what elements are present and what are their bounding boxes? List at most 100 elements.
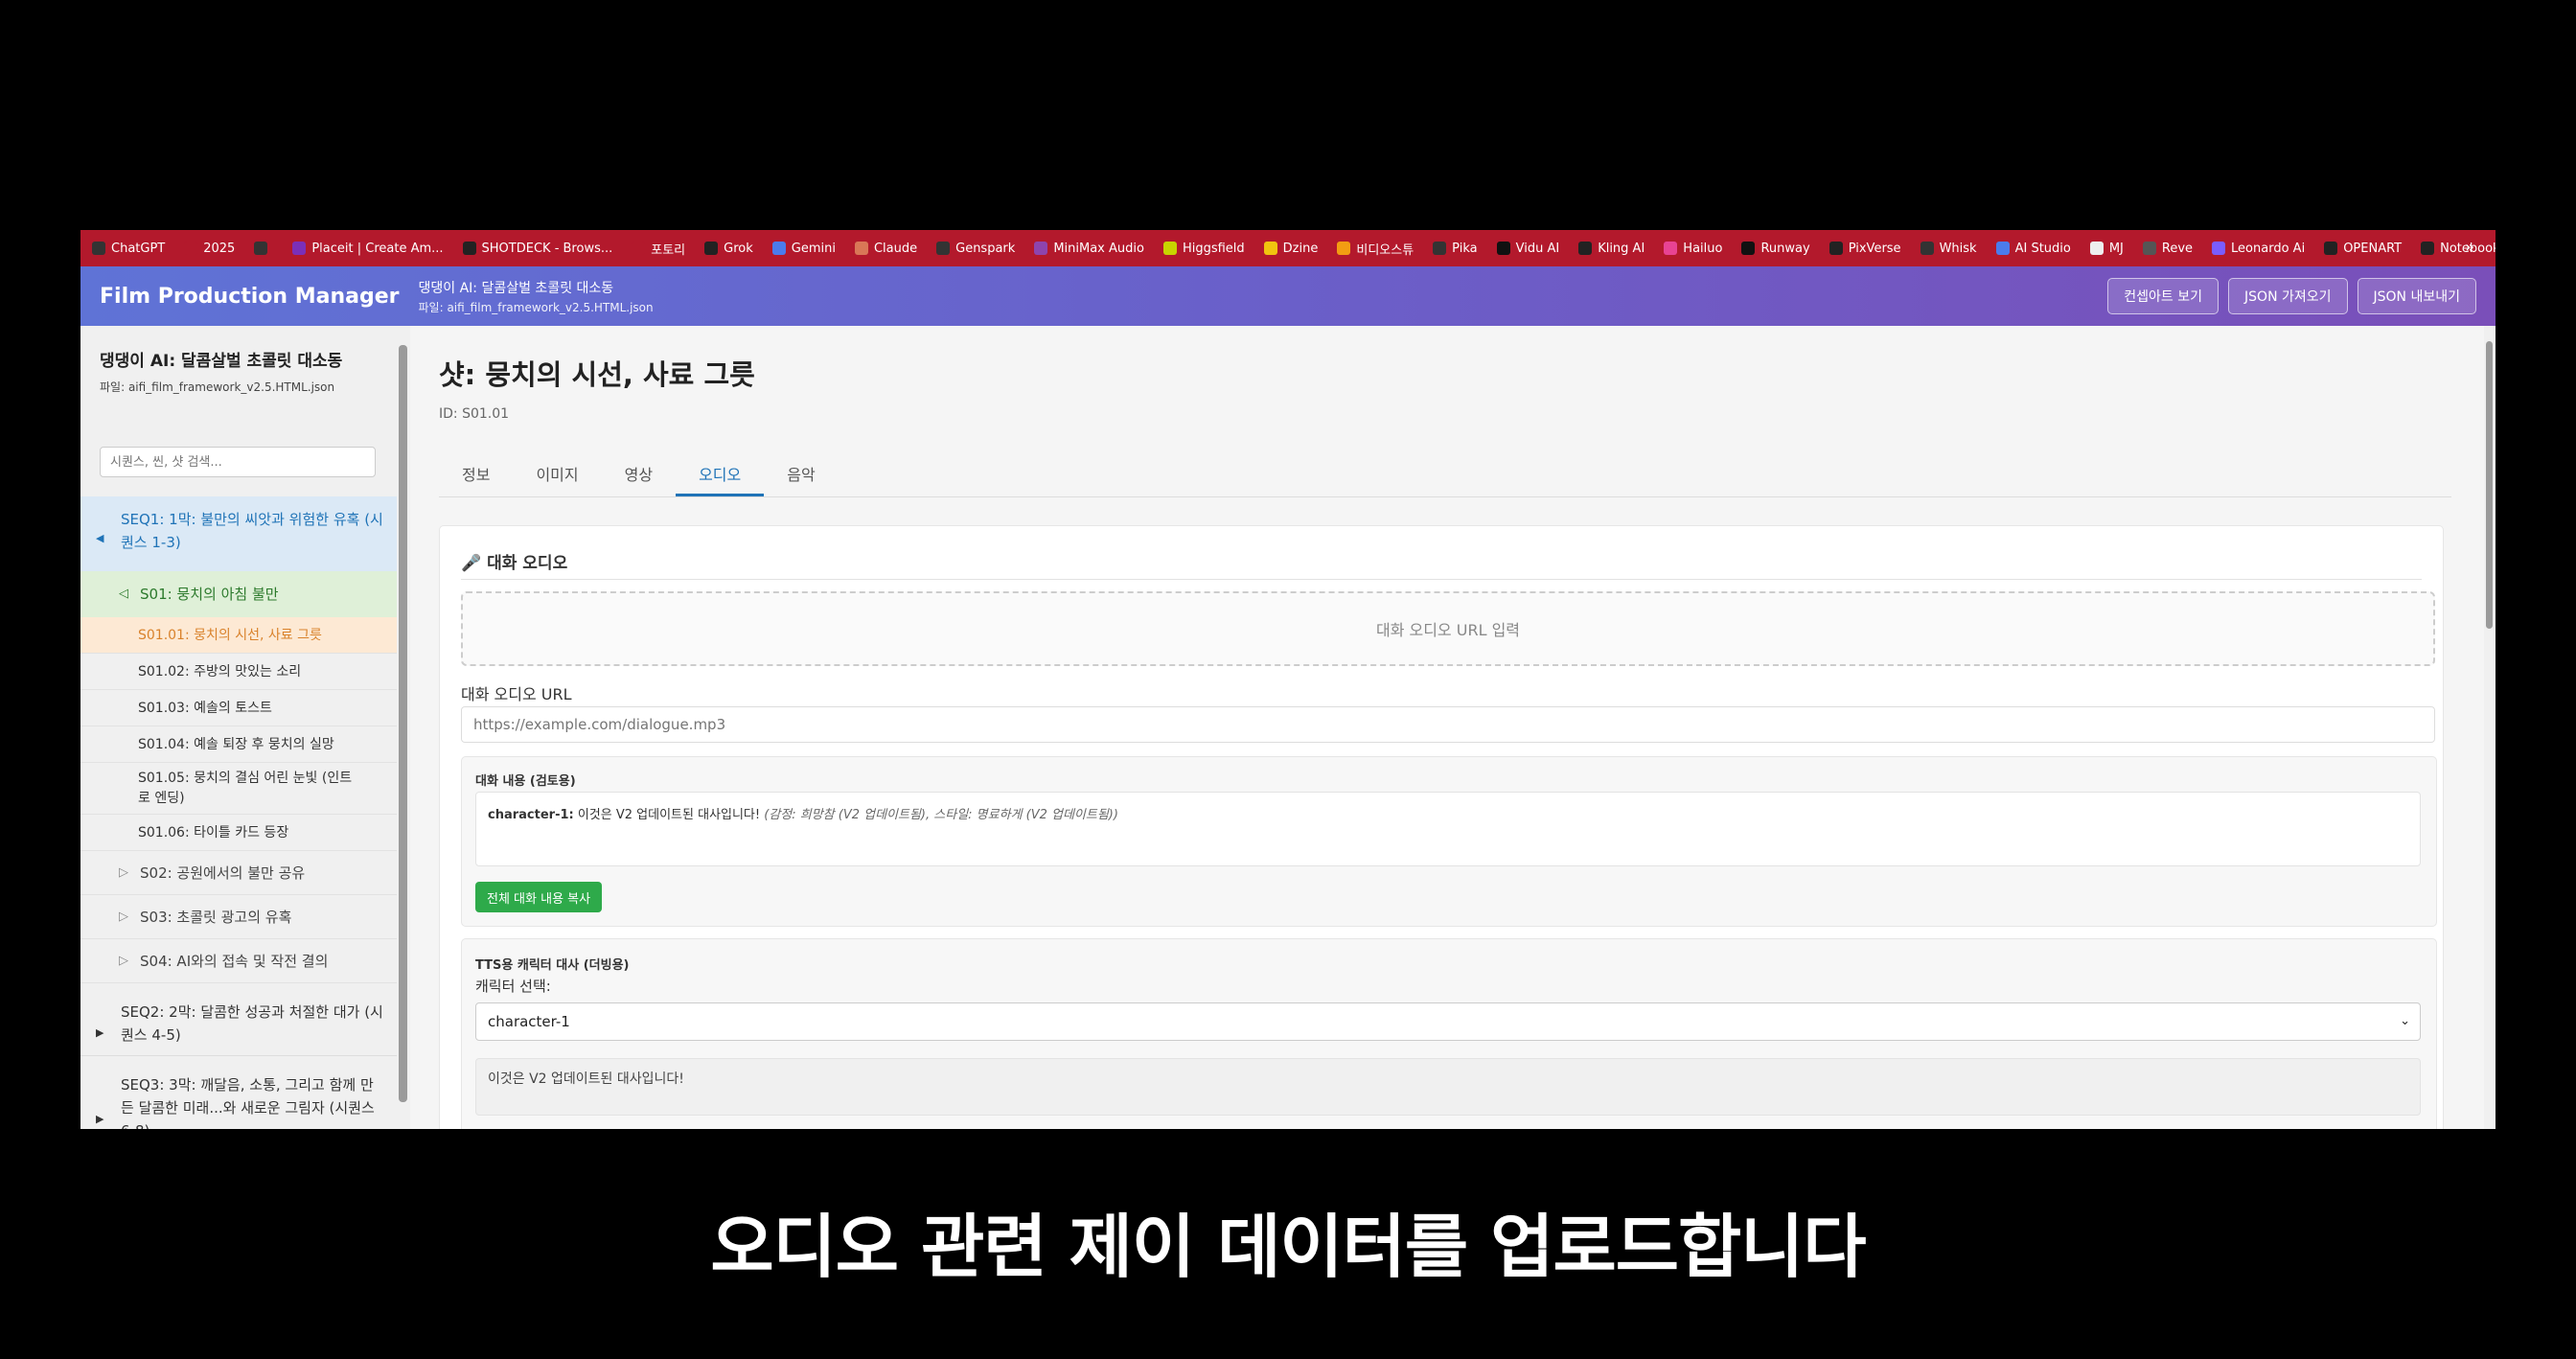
tab-video[interactable]: 영상 xyxy=(602,454,676,496)
bookmark-item[interactable]: 비디오스튜 xyxy=(1337,240,1414,258)
dialogue-url-input[interactable] xyxy=(461,706,2435,743)
bookmark-item[interactable] xyxy=(254,242,273,255)
grok-icon xyxy=(704,242,719,255)
character-select[interactable]: character-1 ⌄ xyxy=(475,1002,2421,1041)
scene-item-s04[interactable]: ▷ S04: AI와의 접속 및 작전 결의 xyxy=(80,939,397,983)
sequence-item-seq2[interactable]: ▶ SEQ2: 2막: 달콤한 성공과 처절한 대가 (시퀀스 4-5) xyxy=(80,991,397,1056)
bookmark-item[interactable]: NotebookLM xyxy=(2421,242,2496,256)
bookmark-item[interactable]: Dzine xyxy=(1263,241,1319,256)
search-input[interactable] xyxy=(100,447,376,477)
notebooklm-icon xyxy=(2421,242,2435,255)
bookmark-item[interactable]: Genspark xyxy=(936,242,1015,256)
bookmark-item[interactable]: SHOTDECK - Brows... xyxy=(462,242,612,256)
bookmark-label: Dzine xyxy=(1282,241,1319,256)
shot-item[interactable]: S01.06: 타이틀 카드 등장 xyxy=(80,815,397,851)
json-export-button[interactable]: JSON 내보내기 xyxy=(2357,278,2476,314)
leonardo-icon xyxy=(2212,242,2226,255)
sidebar-file-name: 파일: aifi_film_framework_v2.5.HTML.json xyxy=(100,380,335,394)
tab-audio[interactable]: 오디오 xyxy=(676,454,765,496)
tab-music[interactable]: 음악 xyxy=(764,454,838,496)
sequence-item-seq1[interactable]: ◀ SEQ1: 1막: 불만의 씨앗과 위험한 유혹 (시퀀스 1-3) xyxy=(80,496,397,571)
bookmark-item[interactable]: Leonardo Ai xyxy=(2212,242,2305,256)
bookmark-item[interactable]: PixVerse xyxy=(1828,242,1901,256)
bookmark-label: Higgsfield xyxy=(1182,241,1245,256)
bookmark-item[interactable]: Kling AI xyxy=(1578,242,1644,256)
bookmark-item[interactable]: Reve xyxy=(2142,242,2193,256)
bookmark-item[interactable]: Claude xyxy=(854,242,917,256)
bookmark-label: MiniMax Audio xyxy=(1053,241,1144,256)
kling-icon xyxy=(1578,242,1593,255)
hailuo-icon xyxy=(1664,242,1678,255)
bookmark-label: Placeit | Create Am... xyxy=(311,241,444,256)
copy-dialogue-button[interactable]: 전체 대화 내용 복사 xyxy=(475,882,603,912)
bookmark-item[interactable]: AI Studio xyxy=(1995,242,2071,256)
bookmark-item[interactable]: 2025 xyxy=(184,242,235,256)
bookmark-item[interactable]: Vidu AI xyxy=(1496,242,1559,256)
video-studio-icon xyxy=(1337,242,1351,255)
genspark-icon xyxy=(936,242,951,255)
mj-icon xyxy=(2089,242,2104,255)
bookmark-label: Kling AI xyxy=(1598,241,1645,256)
bookmark-item[interactable]: Grok xyxy=(704,242,753,256)
shot-item[interactable]: S01.01: 뭉치의 시선, 사료 그릇 xyxy=(80,617,397,654)
sequence-label: SEQ2: 2막: 달콤한 성공과 처절한 대가 (시퀀스 4-5) xyxy=(121,1003,383,1044)
concept-art-button[interactable]: 컨셉아트 보기 xyxy=(2107,278,2220,314)
more-bookmarks-icon[interactable]: » xyxy=(2465,238,2474,256)
higgsfield-icon xyxy=(1162,242,1177,255)
bookmark-label: Leonardo Ai xyxy=(2231,241,2306,256)
bookmark-label: Whisk xyxy=(1939,241,1977,256)
bookmark-item[interactable]: Whisk xyxy=(1920,242,1977,256)
ai-studio-icon xyxy=(1995,242,2010,255)
scene-item-s01[interactable]: ◁ S01: 뭉치의 아침 불만 xyxy=(80,571,397,617)
bookmark-label: ChatGPT xyxy=(111,241,166,256)
chevron-down-icon: ⌄ xyxy=(2400,1014,2410,1028)
expand-arrow-icon: ▷ xyxy=(119,910,128,924)
bookmark-item[interactable]: Runway xyxy=(1741,242,1810,256)
shot-item[interactable]: S01.04: 예솔 퇴장 후 뭉치의 실망 xyxy=(80,726,397,763)
bookmark-item[interactable]: ChatGPT xyxy=(92,242,165,256)
shot-item[interactable]: S01.02: 주방의 맛있는 소리 xyxy=(80,654,397,690)
bookmark-label: OPENART xyxy=(2343,241,2403,256)
character-select-value: character-1 xyxy=(488,1013,570,1030)
shot-item[interactable]: S01.03: 예솔의 토스트 xyxy=(80,690,397,726)
tab-info[interactable]: 정보 xyxy=(439,454,513,496)
audio-drop-zone[interactable]: 대화 오디오 URL 입력 xyxy=(461,591,2435,666)
bookmark-label: MJ xyxy=(2108,241,2124,256)
bookmark-label: Grok xyxy=(724,241,753,256)
bookmark-item[interactable]: MJ xyxy=(2089,241,2124,256)
openart-icon xyxy=(2324,242,2338,255)
json-import-button[interactable]: JSON 가져오기 xyxy=(2228,278,2348,314)
minimax-icon xyxy=(1034,242,1048,255)
tts-box: TTS용 캐릭터 대사 (더빙용) 캐릭터 선택: character-1 ⌄ … xyxy=(461,938,2437,1129)
microphone-icon: 🎤 xyxy=(461,554,482,573)
gemini-icon xyxy=(771,242,786,255)
bookmark-item[interactable]: Gemini xyxy=(771,242,836,256)
sidebar-scrollbar-thumb[interactable] xyxy=(399,345,407,1102)
sequence-item-seq3[interactable]: ▶ SEQ3: 3막: 깨달음, 소통, 그리고 함께 만든 달콤한 미래...… xyxy=(80,1070,397,1129)
bookmark-item[interactable]: 포토리 xyxy=(632,240,685,258)
sidebar-project-title: 댕댕이 AI: 달콤살벌 초콜릿 대소동 xyxy=(100,352,343,371)
bookmark-item[interactable]: Pika xyxy=(1433,242,1478,256)
claude-icon xyxy=(854,242,868,255)
scene-item-s03[interactable]: ▷ S03: 초콜릿 광고의 유혹 xyxy=(80,895,397,939)
bookmark-item[interactable]: Hailuo xyxy=(1664,242,1722,256)
scene-label: S04: AI와의 접속 및 작전 결의 xyxy=(140,953,329,970)
bookmark-item[interactable]: Placeit | Create Am... xyxy=(292,241,444,256)
scene-label: S01: 뭉치의 아침 불만 xyxy=(140,586,279,603)
bookmark-item[interactable]: MiniMax Audio xyxy=(1034,242,1144,256)
pika-icon xyxy=(1433,242,1447,255)
expand-arrow-icon: ▷ xyxy=(119,954,128,968)
main-scrollbar-thumb[interactable] xyxy=(2486,341,2493,629)
shotdeck-icon xyxy=(462,242,476,255)
bookmark-item[interactable]: Higgsfield xyxy=(1162,241,1245,256)
scene-item-s02[interactable]: ▷ S02: 공원에서의 불만 공유 xyxy=(80,851,397,895)
folder-icon xyxy=(184,242,198,255)
whisk-icon xyxy=(1920,242,1934,255)
page-title: 샷: 뭉치의 시선, 사료 그릇 xyxy=(439,358,755,391)
tab-image[interactable]: 이미지 xyxy=(513,454,601,496)
bookmark-item[interactable]: OPENART xyxy=(2324,242,2402,256)
browser-window: ChatGPT 2025 Placeit | Create Am... SHOTDEC… xyxy=(80,230,2496,1129)
runway-icon xyxy=(1741,242,1756,255)
shot-item[interactable]: S01.05: 뭉치의 결심 어린 눈빛 (인트로 엔딩) xyxy=(80,763,397,815)
section-title-text: 대화 오디오 xyxy=(487,554,568,573)
